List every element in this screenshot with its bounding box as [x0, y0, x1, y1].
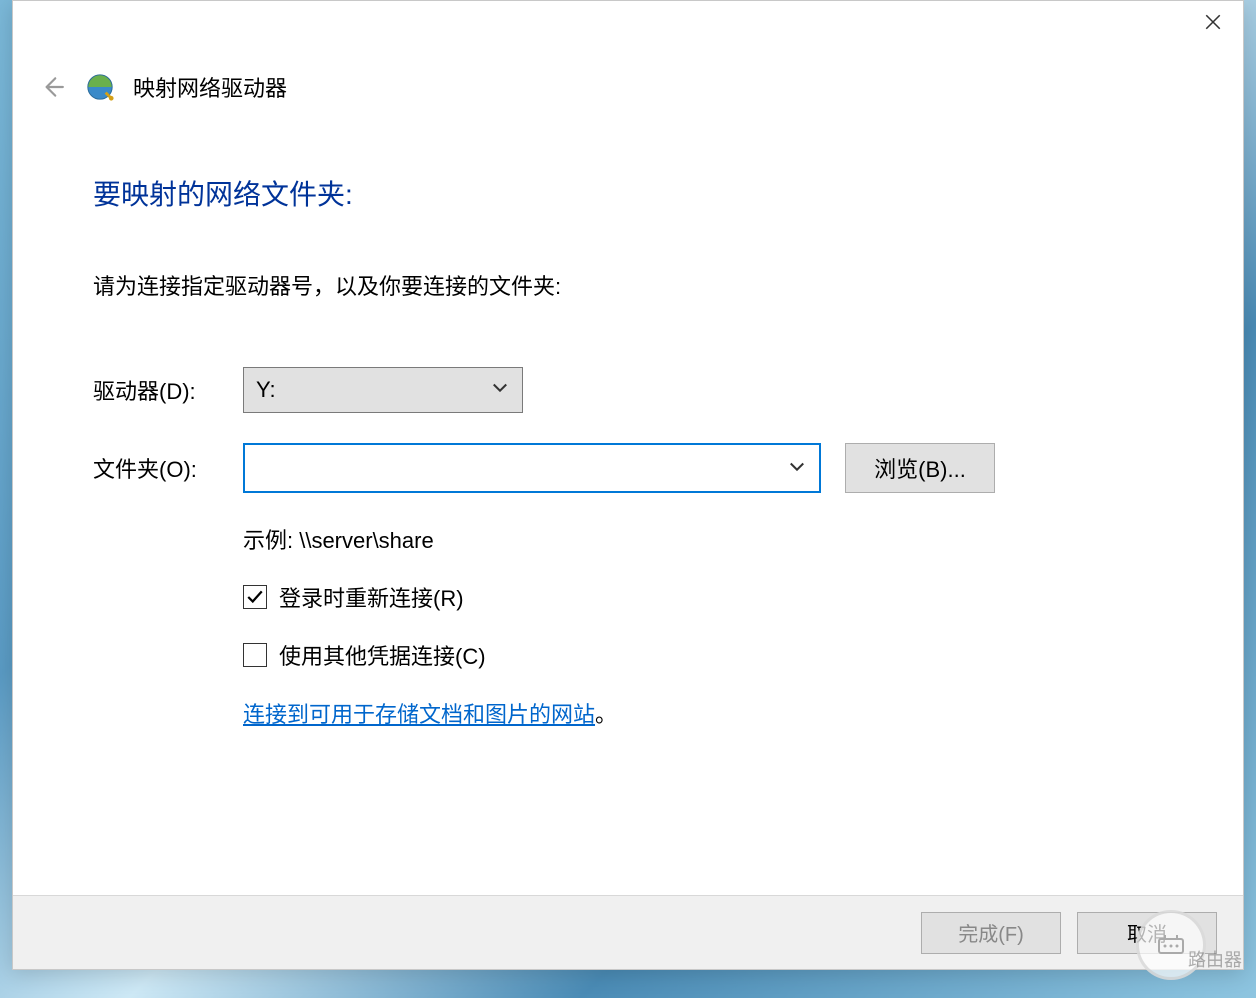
- watermark-text: 路由器: [1188, 946, 1242, 972]
- instruction-text: 请为连接指定驱动器号，以及你要连接的文件夹:: [93, 269, 1243, 301]
- folder-row: 文件夹(O): 浏览(B)...: [93, 443, 1243, 493]
- chevron-down-icon: [490, 377, 510, 403]
- drive-label: 驱动器(D):: [93, 374, 243, 406]
- finish-button[interactable]: 完成(F): [921, 912, 1061, 954]
- storage-link-row: 连接到可用于存储文档和图片的网站。: [243, 697, 1243, 729]
- back-arrow-icon: [39, 74, 65, 100]
- other-credentials-checkbox[interactable]: 使用其他凭据连接(C): [243, 639, 1243, 671]
- folder-combobox[interactable]: [243, 443, 821, 493]
- chevron-down-icon: [787, 456, 807, 481]
- footer: 完成(F) 取消: [13, 895, 1243, 969]
- link-period: 。: [595, 702, 617, 727]
- page-heading: 要映射的网络文件夹:: [93, 173, 1243, 213]
- drive-value: Y:: [256, 377, 276, 403]
- titlebar: [13, 1, 1243, 43]
- reconnect-label: 登录时重新连接(R): [279, 581, 464, 613]
- example-text: 示例: \\server\share: [243, 523, 1243, 555]
- drive-select[interactable]: Y:: [243, 367, 523, 413]
- map-network-drive-dialog: 映射网络驱动器 要映射的网络文件夹: 请为连接指定驱动器号，以及你要连接的文件夹…: [12, 0, 1244, 970]
- checkbox-icon: [243, 643, 267, 667]
- back-button[interactable]: [37, 72, 67, 102]
- wizard-title: 映射网络驱动器: [133, 71, 287, 103]
- checkbox-icon: [243, 585, 267, 609]
- storage-website-link[interactable]: 连接到可用于存储文档和图片的网站: [243, 702, 595, 727]
- network-drive-icon: [85, 72, 115, 102]
- drive-row: 驱动器(D): Y:: [93, 367, 1243, 413]
- reconnect-checkbox[interactable]: 登录时重新连接(R): [243, 581, 1243, 613]
- options-block: 示例: \\server\share 登录时重新连接(R) 使用其他凭据连接(C…: [93, 523, 1243, 729]
- close-icon: [1204, 13, 1222, 31]
- browse-button[interactable]: 浏览(B)...: [845, 443, 995, 493]
- header-row: 映射网络驱动器: [13, 43, 1243, 103]
- other-creds-label: 使用其他凭据连接(C): [279, 639, 486, 671]
- content-area: 要映射的网络文件夹: 请为连接指定驱动器号，以及你要连接的文件夹: 驱动器(D)…: [13, 103, 1243, 729]
- folder-label: 文件夹(O):: [93, 452, 243, 484]
- close-button[interactable]: [1183, 1, 1243, 43]
